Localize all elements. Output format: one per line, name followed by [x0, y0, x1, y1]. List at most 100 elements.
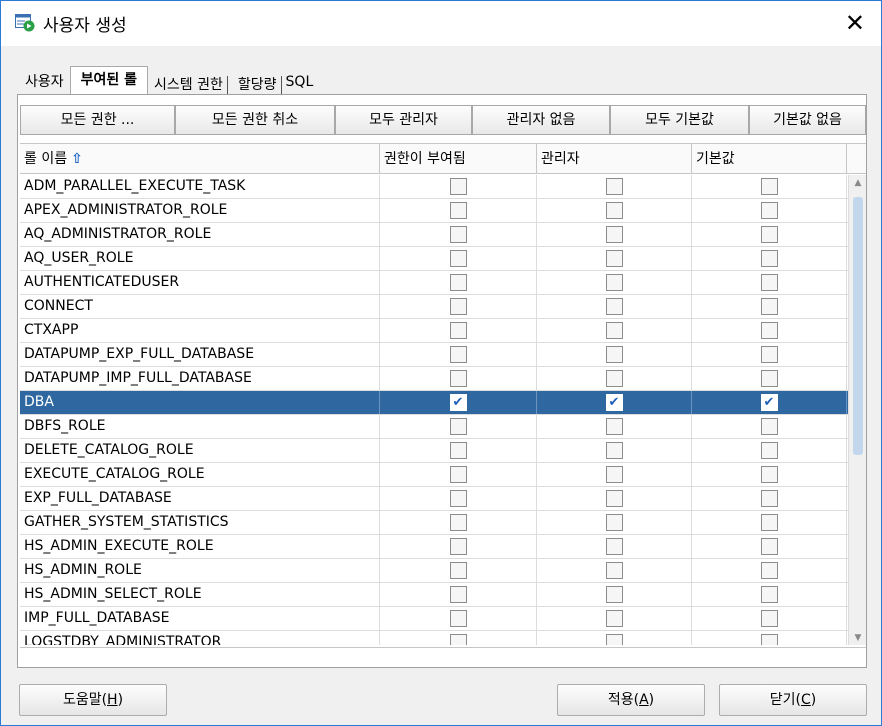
default-checkbox[interactable] — [760, 226, 778, 243]
table-row[interactable]: AQ_USER_ROLE — [20, 247, 848, 271]
apply-button[interactable]: 적용(A) — [557, 684, 705, 716]
column-header-admin[interactable]: 관리자 — [537, 144, 692, 174]
table-row[interactable]: HS_ADMIN_ROLE — [20, 559, 848, 583]
granted-checkbox[interactable] — [449, 178, 467, 195]
column-header-granted[interactable]: 권한이 부여됨 — [380, 144, 537, 174]
admin-checkbox[interactable] — [605, 562, 623, 579]
table-row[interactable]: IMP_FULL_DATABASE — [20, 607, 848, 631]
granted-checkbox[interactable] — [449, 202, 467, 219]
scroll-up-icon[interactable]: ▲ — [849, 175, 866, 191]
granted-checkbox[interactable] — [449, 298, 467, 315]
tab-sql[interactable]: SQL — [286, 70, 320, 94]
no-admin-button[interactable]: 관리자 없음 — [472, 105, 610, 135]
admin-checkbox[interactable] — [605, 490, 623, 507]
table-row[interactable]: DBFS_ROLE — [20, 415, 848, 439]
table-row[interactable]: HS_ADMIN_SELECT_ROLE — [20, 583, 848, 607]
admin-checkbox[interactable] — [605, 274, 623, 291]
admin-checkbox[interactable] — [605, 442, 623, 459]
admin-checkbox[interactable] — [605, 250, 623, 267]
default-checkbox[interactable] — [760, 202, 778, 219]
table-row[interactable]: LOGSTDBY_ADMINISTRATOR — [20, 631, 848, 645]
default-checkbox[interactable] — [760, 514, 778, 531]
default-checkbox[interactable] — [760, 634, 778, 645]
granted-checkbox[interactable] — [449, 418, 467, 435]
default-checkbox[interactable] — [760, 250, 778, 267]
admin-checkbox[interactable] — [605, 178, 623, 195]
granted-checkbox[interactable] — [449, 274, 467, 291]
admin-checkbox[interactable] — [605, 346, 623, 363]
granted-checkbox[interactable] — [449, 514, 467, 531]
default-checkbox[interactable] — [760, 418, 778, 435]
admin-checkbox[interactable] — [605, 418, 623, 435]
close-icon[interactable]: ✕ — [845, 9, 865, 37]
default-checkbox[interactable] — [760, 538, 778, 555]
default-checkbox[interactable] — [760, 562, 778, 579]
table-row[interactable]: DELETE_CATALOG_ROLE — [20, 439, 848, 463]
table-row[interactable]: AUTHENTICATEDUSER — [20, 271, 848, 295]
admin-checkbox[interactable] — [605, 634, 623, 645]
vertical-scrollbar[interactable]: ▲ ▼ — [848, 175, 866, 645]
default-checkbox[interactable] — [760, 466, 778, 483]
no-default-button[interactable]: 기본값 없음 — [749, 105, 866, 135]
table-row[interactable]: HS_ADMIN_EXECUTE_ROLE — [20, 535, 848, 559]
table-row[interactable]: EXP_FULL_DATABASE — [20, 487, 848, 511]
granted-checkbox[interactable] — [449, 634, 467, 645]
admin-checkbox[interactable]: ✔ — [605, 394, 623, 411]
default-checkbox[interactable] — [760, 322, 778, 339]
admin-checkbox[interactable] — [605, 370, 623, 387]
admin-checkbox[interactable] — [605, 226, 623, 243]
table-row[interactable]: EXECUTE_CATALOG_ROLE — [20, 463, 848, 487]
granted-checkbox[interactable] — [449, 466, 467, 483]
default-checkbox[interactable] — [760, 346, 778, 363]
tab-user[interactable]: 사용자 — [19, 70, 70, 94]
granted-checkbox[interactable] — [449, 250, 467, 267]
table-row[interactable]: AQ_ADMINISTRATOR_ROLE — [20, 223, 848, 247]
granted-checkbox[interactable] — [449, 490, 467, 507]
table-row[interactable]: CTXAPP — [20, 319, 848, 343]
default-checkbox[interactable] — [760, 370, 778, 387]
granted-checkbox[interactable] — [449, 586, 467, 603]
admin-checkbox[interactable] — [605, 514, 623, 531]
help-button[interactable]: 도움말(H) — [19, 684, 167, 716]
default-checkbox[interactable] — [760, 442, 778, 459]
column-header-default[interactable]: 기본값 — [692, 144, 847, 174]
default-checkbox[interactable]: ✔ — [760, 394, 778, 411]
table-row[interactable]: DATAPUMP_EXP_FULL_DATABASE — [20, 343, 848, 367]
all-admin-button[interactable]: 모두 관리자 — [335, 105, 472, 135]
close-button[interactable]: 닫기(C) — [719, 684, 867, 716]
column-header-role-name[interactable]: 롤 이름 ⇧ — [20, 144, 380, 174]
table-row[interactable]: DATAPUMP_IMP_FULL_DATABASE — [20, 367, 848, 391]
admin-checkbox[interactable] — [605, 202, 623, 219]
granted-checkbox[interactable] — [449, 370, 467, 387]
granted-checkbox[interactable] — [449, 346, 467, 363]
revoke-all-button[interactable]: 모든 권한 취소 — [175, 105, 335, 135]
granted-checkbox[interactable] — [449, 610, 467, 627]
table-row[interactable]: CONNECT — [20, 295, 848, 319]
default-checkbox[interactable] — [760, 610, 778, 627]
tab-system-privileges[interactable]: 시스템 권한 — [148, 76, 228, 94]
admin-checkbox[interactable] — [605, 466, 623, 483]
all-default-button[interactable]: 모두 기본값 — [610, 105, 749, 135]
admin-checkbox[interactable] — [605, 586, 623, 603]
scroll-down-icon[interactable]: ▼ — [849, 630, 866, 645]
admin-checkbox[interactable] — [605, 610, 623, 627]
granted-checkbox[interactable] — [449, 562, 467, 579]
default-checkbox[interactable] — [760, 298, 778, 315]
tab-quotas[interactable]: 할당량 — [232, 76, 282, 94]
table-row[interactable]: APEX_ADMINISTRATOR_ROLE — [20, 199, 848, 223]
admin-checkbox[interactable] — [605, 538, 623, 555]
admin-checkbox[interactable] — [605, 322, 623, 339]
granted-checkbox[interactable] — [449, 226, 467, 243]
grant-all-button[interactable]: 모든 권한 ... — [20, 105, 175, 135]
table-row[interactable]: DBA ✔ ✔ ✔ — [20, 391, 848, 415]
scrollbar-thumb[interactable] — [853, 197, 863, 455]
default-checkbox[interactable] — [760, 274, 778, 291]
default-checkbox[interactable] — [760, 490, 778, 507]
default-checkbox[interactable] — [760, 586, 778, 603]
granted-checkbox[interactable] — [449, 538, 467, 555]
granted-checkbox[interactable]: ✔ — [449, 394, 467, 411]
tab-granted-roles[interactable]: 부여된 롤 — [69, 66, 149, 94]
default-checkbox[interactable] — [760, 178, 778, 195]
sort-ascending-arrow-icon[interactable]: ⇧ — [71, 151, 83, 167]
table-row[interactable]: ADM_PARALLEL_EXECUTE_TASK — [20, 175, 848, 199]
